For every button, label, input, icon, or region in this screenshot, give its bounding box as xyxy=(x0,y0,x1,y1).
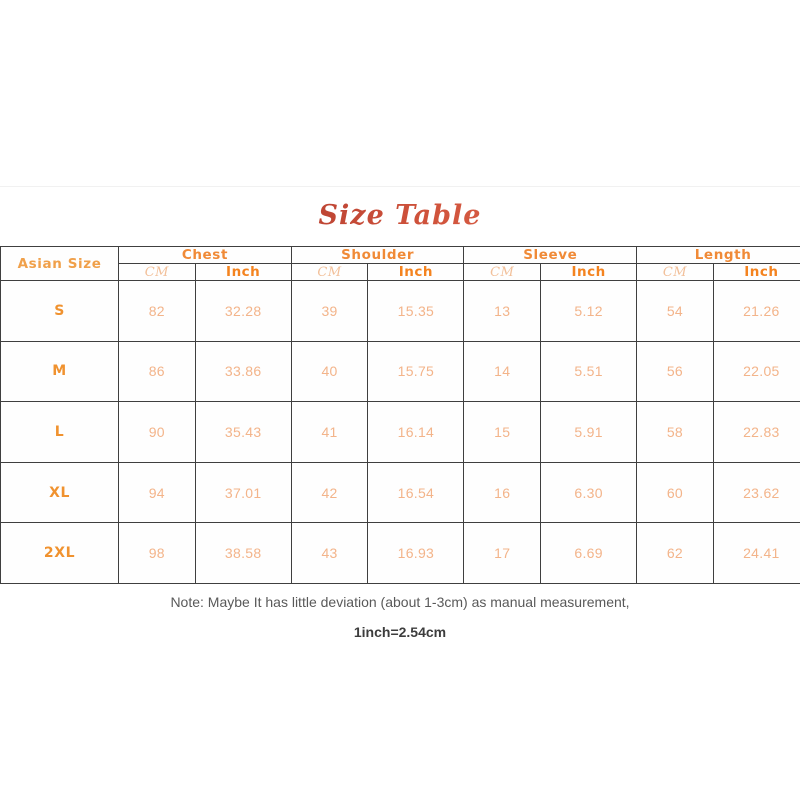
cell-sleeve-inch: 5.91 xyxy=(539,401,638,463)
cell-size: S xyxy=(0,280,120,342)
table-row: S 82 32.28 39 15.35 13 5.12 54 21.26 xyxy=(0,280,800,342)
header-shoulder-inch: Inch xyxy=(367,263,465,281)
measurement-note: Note: Maybe It has little deviation (abo… xyxy=(170,594,630,610)
cell-sleeve-inch: 5.51 xyxy=(539,340,638,403)
header-length-inch: Inch xyxy=(712,263,800,281)
header-group-sleeve: Sleeve xyxy=(463,246,638,264)
cell-shoulder-cm: 43 xyxy=(290,522,369,584)
header-row-units: CM Inch CM Inch CM Inch CM Inch xyxy=(1,263,800,281)
cell-chest-cm: 86 xyxy=(118,340,196,403)
cell-chest-cm: 82 xyxy=(118,280,196,342)
header-sleeve-inch: Inch xyxy=(539,263,638,281)
cell-length-inch: 22.05 xyxy=(712,340,800,403)
cell-length-cm: 54 xyxy=(636,280,714,342)
header-length-cm: CM xyxy=(636,263,714,281)
cell-sleeve-cm: 15 xyxy=(463,401,541,463)
header-chest-inch: Inch xyxy=(194,263,292,281)
cell-shoulder-inch: 16.54 xyxy=(367,461,465,524)
cell-chest-cm: 94 xyxy=(118,461,196,524)
table-row: L 90 35.43 41 16.14 15 5.91 58 22.83 xyxy=(0,401,800,463)
cell-shoulder-cm: 39 xyxy=(290,280,369,342)
cell-sleeve-cm: 13 xyxy=(463,280,541,342)
cell-shoulder-cm: 42 xyxy=(290,461,369,524)
cell-chest-inch: 35.43 xyxy=(194,401,292,463)
header-row-groups: Asian Size Chest Shoulder Sleeve Length xyxy=(0,246,800,281)
cell-shoulder-inch: 15.35 xyxy=(367,280,465,342)
page-title: Size Table xyxy=(0,200,800,231)
cell-size: L xyxy=(0,401,120,463)
cell-size: 2XL xyxy=(0,522,120,584)
cell-chest-inch: 37.01 xyxy=(194,461,292,524)
cell-length-inch: 22.83 xyxy=(712,401,800,463)
cell-chest-inch: 38.58 xyxy=(194,522,292,584)
cell-chest-inch: 32.28 xyxy=(194,280,292,342)
header-group-chest: Chest xyxy=(118,246,292,264)
header-sleeve-cm: CM xyxy=(463,263,541,281)
inch-conversion-note: 1inch=2.54cm xyxy=(353,624,447,640)
cell-length-inch: 23.62 xyxy=(712,461,800,524)
cell-sleeve-cm: 16 xyxy=(463,461,541,524)
size-table-page: Size Table Asian Size Chest Shoulder Sle… xyxy=(0,0,800,800)
cell-chest-cm: 98 xyxy=(118,522,196,584)
cell-sleeve-inch: 6.30 xyxy=(539,461,638,524)
cell-size: XL xyxy=(0,461,120,524)
cell-chest-cm: 90 xyxy=(118,401,196,463)
table-row: M 86 33.86 40 15.75 14 5.51 56 22.05 xyxy=(0,340,800,403)
table-body: S 82 32.28 39 15.35 13 5.12 54 21.26 M 8… xyxy=(0,280,800,584)
cell-sleeve-inch: 5.12 xyxy=(539,280,638,342)
cell-shoulder-cm: 40 xyxy=(290,340,369,403)
cell-length-cm: 56 xyxy=(636,340,714,403)
cell-chest-inch: 33.86 xyxy=(194,340,292,403)
cell-length-cm: 60 xyxy=(636,461,714,524)
table-row: 2XL 98 38.58 43 16.93 17 6.69 62 24.41 xyxy=(0,522,800,584)
cell-shoulder-inch: 16.93 xyxy=(367,522,465,584)
cell-length-cm: 62 xyxy=(636,522,714,584)
cell-length-inch: 24.41 xyxy=(712,522,800,584)
cell-shoulder-inch: 15.75 xyxy=(367,340,465,403)
cell-sleeve-cm: 14 xyxy=(463,340,541,403)
cell-shoulder-cm: 41 xyxy=(290,401,369,463)
table-head: Asian Size Chest Shoulder Sleeve Length … xyxy=(0,246,800,281)
size-table: Asian Size Chest Shoulder Sleeve Length … xyxy=(0,246,800,584)
table-row: XL 94 37.01 42 16.54 16 6.30 60 23.62 xyxy=(0,461,800,524)
cell-sleeve-inch: 6.69 xyxy=(539,522,638,584)
top-divider xyxy=(0,186,800,187)
header-asian-size: Asian Size xyxy=(0,246,120,281)
cell-sleeve-cm: 17 xyxy=(463,522,541,584)
header-group-length: Length xyxy=(636,246,800,264)
header-group-shoulder: Shoulder xyxy=(290,246,465,264)
header-chest-cm: CM xyxy=(118,263,196,281)
header-shoulder-cm: CM xyxy=(290,263,369,281)
size-table-container: Asian Size Chest Shoulder Sleeve Length … xyxy=(0,246,800,584)
cell-size: M xyxy=(0,340,120,403)
cell-length-cm: 58 xyxy=(636,401,714,463)
cell-shoulder-inch: 16.14 xyxy=(367,401,465,463)
cell-length-inch: 21.26 xyxy=(712,280,800,342)
